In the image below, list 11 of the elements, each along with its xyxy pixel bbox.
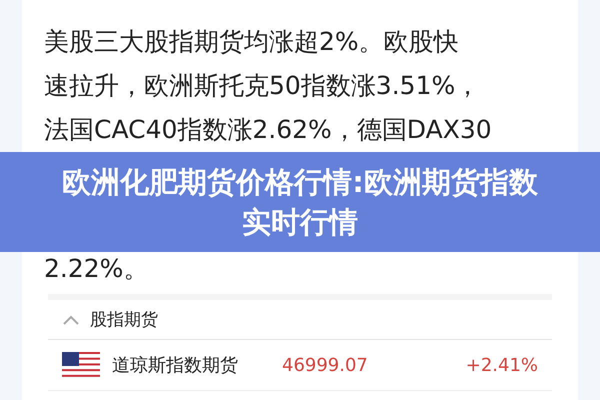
article-text: 2.22%。: [43, 253, 150, 285]
index-change: +2.41%: [466, 354, 538, 376]
title-banner: 欧洲化肥期货价格行情:欧洲期货指数实时行情: [0, 152, 600, 252]
article-text: 速拉升，欧洲斯托克50指数涨3.51%，: [43, 70, 482, 102]
article-text: 美股三大股指期货均涨超2%。欧股快: [43, 26, 460, 58]
article-text: 法国CAC40指数涨2.62%，德国DAX30: [43, 114, 493, 146]
chevron-up-icon[interactable]: [62, 314, 80, 326]
section-title: 股指期货: [90, 309, 158, 331]
index-price: 46999.07: [282, 354, 368, 376]
index-name: 道琼斯指数期货: [112, 354, 239, 377]
us-flag-icon: [62, 352, 100, 378]
